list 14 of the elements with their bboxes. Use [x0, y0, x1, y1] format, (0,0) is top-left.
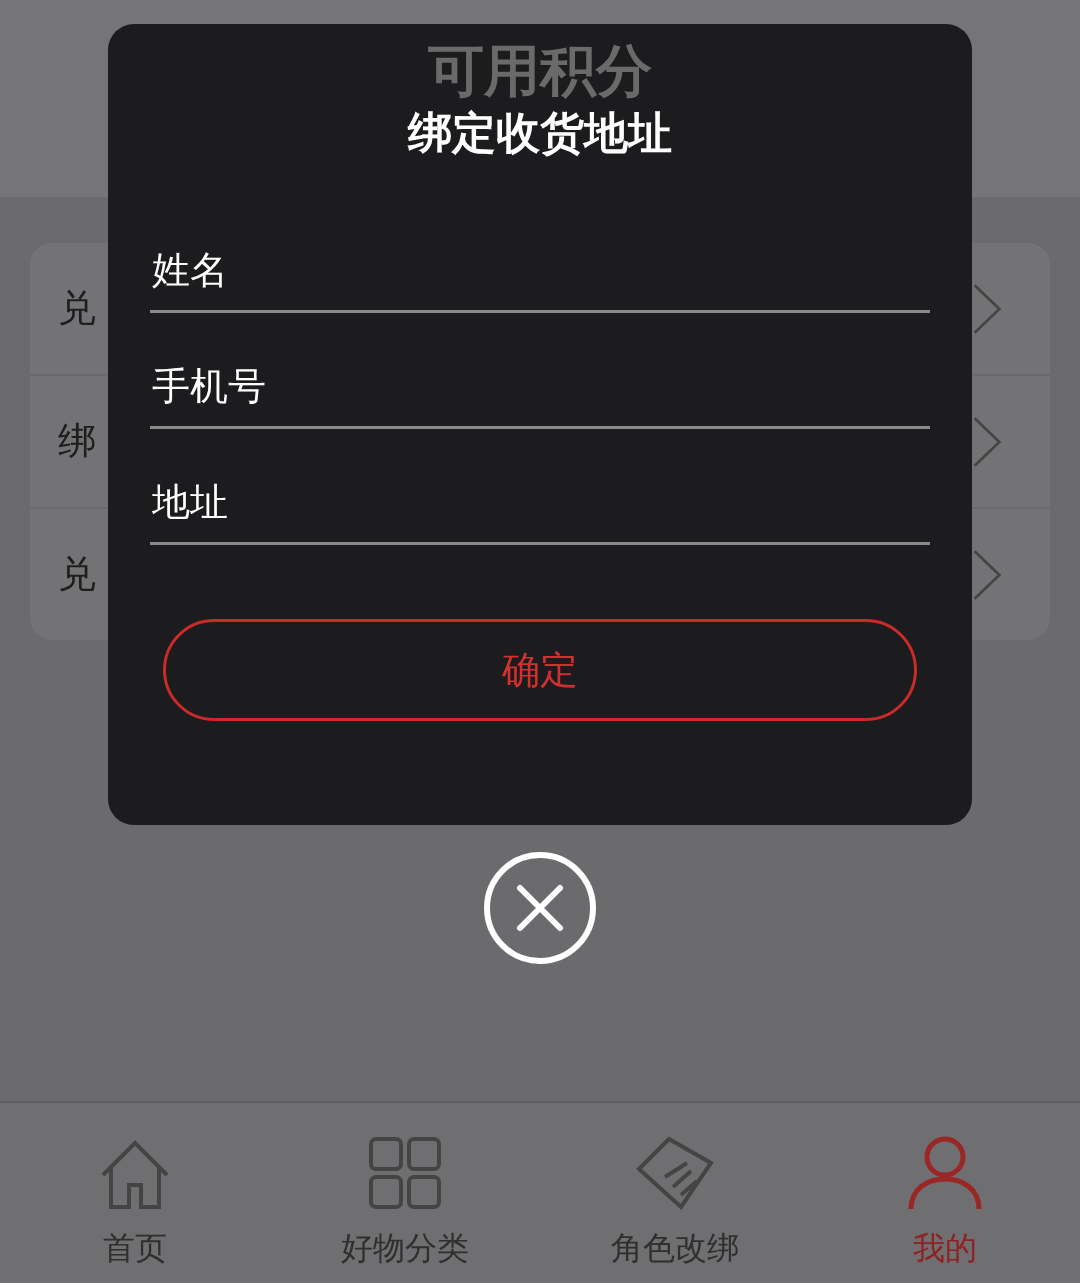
tab[interactable]: 我的 [810, 1103, 1080, 1283]
dialog-title: 绑定收货地址 [408, 106, 672, 160]
menu-item[interactable]: 绑 [58, 416, 96, 467]
input-field[interactable]: 地址 [150, 447, 930, 545]
input-field[interactable]: 手机号 [150, 331, 930, 429]
input-field[interactable]: 姓名 [150, 215, 930, 313]
menu-item[interactable]: 兑 [58, 283, 96, 334]
page-title: 可用积分 [428, 37, 652, 105]
tab[interactable]: 角色改绑 [540, 1103, 810, 1283]
tab[interactable]: 首页 [0, 1103, 270, 1283]
menu-item[interactable]: 兑 [58, 549, 96, 600]
close-icon[interactable] [482, 850, 598, 966]
confirm-button[interactable]: 确定 [163, 619, 917, 721]
tab[interactable]: 好物分类 [270, 1103, 540, 1283]
